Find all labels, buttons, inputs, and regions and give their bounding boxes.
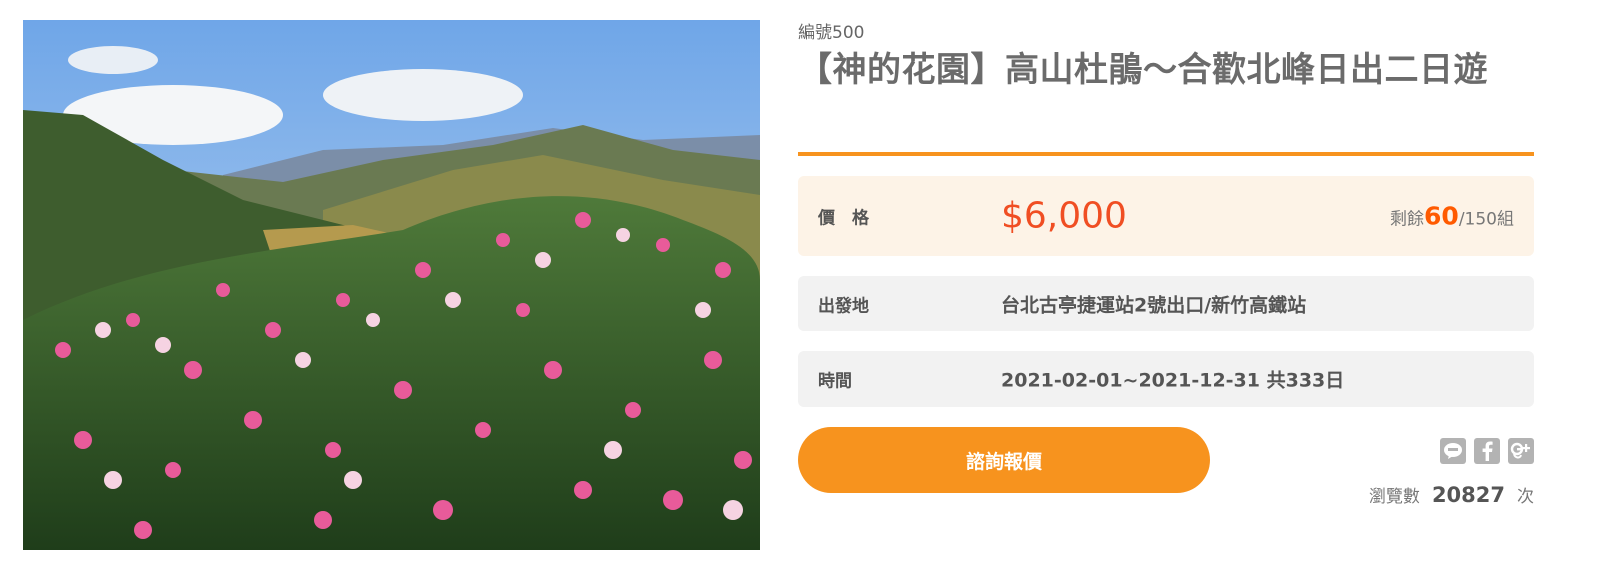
product-title: 【神的花園】高山杜鵑～合歡北峰日出二日遊 — [798, 50, 1488, 90]
product-info: 編號500 【神的花園】高山杜鵑～合歡北峰日出二日遊 價 格 $6,000 剩餘… — [798, 0, 1534, 569]
price-label: 價 格 — [818, 208, 869, 229]
remaining-prefix: 剩餘 — [1390, 209, 1425, 230]
share-icons — [1440, 438, 1534, 464]
remaining-seats: 剩餘60/150組 — [1390, 202, 1514, 231]
time-label: 時間 — [818, 371, 852, 392]
departure-value: 台北古亭捷運站2號出口/新竹高鐵站 — [1001, 294, 1307, 316]
time-value: 2021-02-01~2021-12-31 共333日 — [1001, 369, 1345, 392]
price-value: $6,000 — [1001, 195, 1127, 237]
remaining-suffix: /150組 — [1458, 209, 1514, 230]
title-divider — [798, 152, 1534, 156]
views-label: 瀏覽數 — [1368, 487, 1420, 507]
product-code: 編號500 — [798, 23, 865, 43]
line-icon[interactable] — [1440, 438, 1466, 464]
facebook-icon[interactable] — [1474, 438, 1500, 464]
product-photo — [23, 20, 760, 550]
time-row: 時間 2021-02-01~2021-12-31 共333日 — [798, 351, 1534, 407]
departure-label: 出發地 — [818, 296, 869, 316]
google-plus-icon[interactable] — [1508, 438, 1534, 464]
views-number: 20827 — [1431, 483, 1505, 507]
mountain-rhododendron-image — [23, 20, 760, 550]
departure-row: 出發地 台北古亭捷運站2號出口/新竹高鐵站 — [798, 276, 1534, 331]
inquire-button[interactable]: 諮詢報價 — [798, 427, 1210, 493]
price-row: 價 格 $6,000 剩餘60/150組 — [798, 176, 1534, 256]
view-count: 瀏覽數 20827 次 — [1369, 482, 1534, 507]
remaining-count: 60 — [1424, 201, 1459, 231]
views-unit: 次 — [1517, 487, 1534, 507]
